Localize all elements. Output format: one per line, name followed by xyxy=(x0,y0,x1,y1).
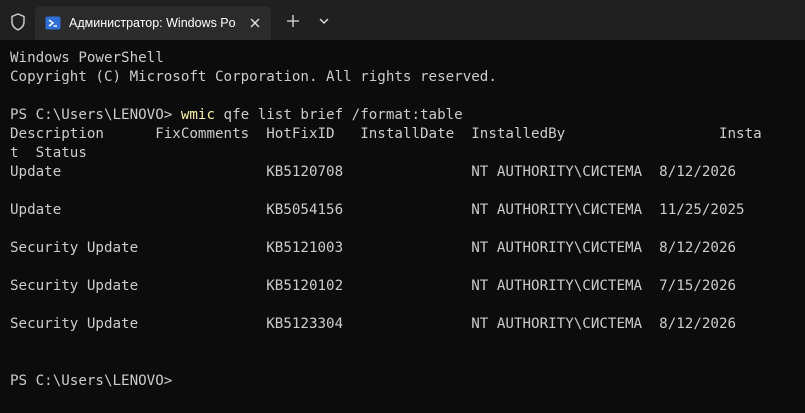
terminal-output[interactable]: Windows PowerShell Copyright (C) Microso… xyxy=(0,40,805,413)
table-row: Security Update KB5123304 NT AUTHORITY\С… xyxy=(10,316,737,332)
table-row: Update KB5120708 NT AUTHORITY\СИСТЕМА 8/… xyxy=(10,164,737,180)
command-keyword: wmic xyxy=(180,107,216,123)
final-prompt[interactable]: PS C:\Users\LENOVO> xyxy=(10,372,172,391)
command-line: PS C:\Users\LENOVO> wmic qfe list brief … xyxy=(10,106,463,125)
chevron-down-icon[interactable] xyxy=(316,13,332,29)
close-icon[interactable] xyxy=(247,15,263,31)
command-args: qfe list brief /format:table xyxy=(215,107,463,123)
prompt: PS C:\Users\LENOVO> xyxy=(10,107,181,123)
terminal-window: Администратор: Windows Po Windows PowerS… xyxy=(0,0,805,413)
header-line: Windows PowerShell xyxy=(10,50,164,66)
shield-icon[interactable] xyxy=(8,12,28,32)
copyright-line: Copyright (C) Microsoft Corporation. All… xyxy=(10,69,497,85)
table-row: Update KB5054156 NT AUTHORITY\СИСТЕМА 11… xyxy=(10,202,745,218)
tab-title: Администратор: Windows Po xyxy=(69,16,235,30)
table-row: Security Update KB5121003 NT AUTHORITY\С… xyxy=(10,240,737,256)
tab-bar: Администратор: Windows Po xyxy=(0,0,805,40)
plus-icon[interactable] xyxy=(285,13,301,29)
powershell-icon xyxy=(45,16,61,30)
tab-powershell[interactable]: Администратор: Windows Po xyxy=(35,6,271,40)
table-header: Description FixComments HotFixID Install… xyxy=(10,126,762,142)
prompt: PS C:\Users\LENOVO> xyxy=(10,373,173,389)
table-row: Security Update KB5120102 NT AUTHORITY\С… xyxy=(10,278,737,294)
table-header-wrap: t Status xyxy=(10,145,87,161)
